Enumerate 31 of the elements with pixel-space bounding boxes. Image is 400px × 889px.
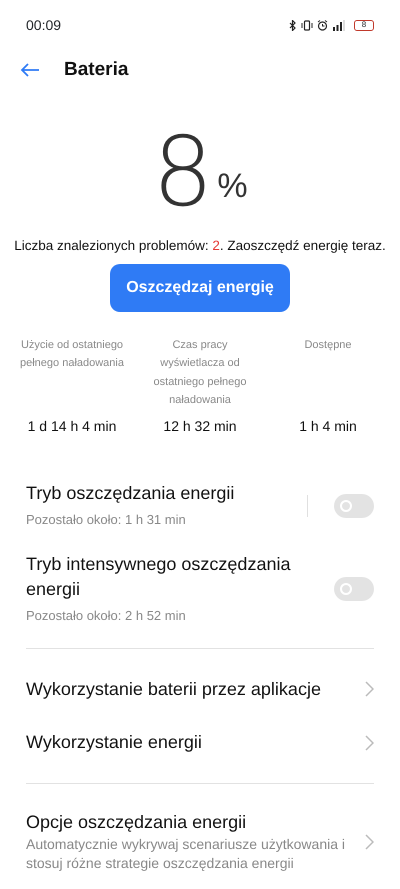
- chevron-icon: [364, 734, 374, 751]
- setting-title: Tryb intensywnego oszczędzania energii: [26, 552, 292, 602]
- battery-percent: 8: [152, 124, 214, 220]
- stat-value: 12 h 32 min: [163, 417, 237, 436]
- menu-item[interactable]: Wykorzystanie energii: [0, 716, 400, 770]
- percent-sign: %: [217, 166, 248, 207]
- stat-label: Dostępne: [303, 338, 353, 354]
- stat-value: 1 h 4 min: [299, 417, 357, 436]
- menu-item[interactable]: Wykorzystanie baterii przez aplikacje: [0, 662, 400, 716]
- back-icon[interactable]: [20, 63, 40, 77]
- option-title: Opcje oszczędzania energii: [26, 811, 248, 834]
- alarm-icon: [317, 20, 328, 30]
- vibrate-icon: [301, 20, 313, 30]
- stat-value: 1 d 14 h 4 min: [28, 417, 116, 436]
- setting-subtitle: Pozostało około: 1 h 31 min: [26, 511, 187, 530]
- option-description: Automatycznie wykrywaj scenariusze użytkowania i stosuj różne strategie oszczędzania energii: [26, 835, 346, 874]
- chevron-icon: [364, 681, 374, 698]
- save-energy-button[interactable]: Oszczędzaj energię: [110, 264, 290, 312]
- page-title: Bateria: [64, 58, 128, 82]
- problems-message: Liczba znalezionych problemów: 2. Zaoszczędź energię teraz.: [13, 237, 387, 255]
- bluetooth-icon: [289, 20, 297, 30]
- toggle-switch[interactable]: [334, 494, 374, 518]
- setting-subtitle: Pozostało około: 2 h 52 min: [26, 607, 187, 626]
- signal-icon: [332, 20, 346, 30]
- battery-icon: 8: [354, 20, 374, 30]
- stat-label: Czas pracy wyświetlacza od ostatniego pełnego naładowania: [152, 338, 248, 408]
- chevron-icon: [364, 834, 374, 850]
- stat-label: Użycie od ostatniego pełnego naładowania: [19, 338, 125, 372]
- toggle-switch[interactable]: [334, 576, 374, 601]
- setting-title: Tryb oszczędzania energii: [26, 482, 234, 506]
- status-time: 00:09: [26, 16, 62, 34]
